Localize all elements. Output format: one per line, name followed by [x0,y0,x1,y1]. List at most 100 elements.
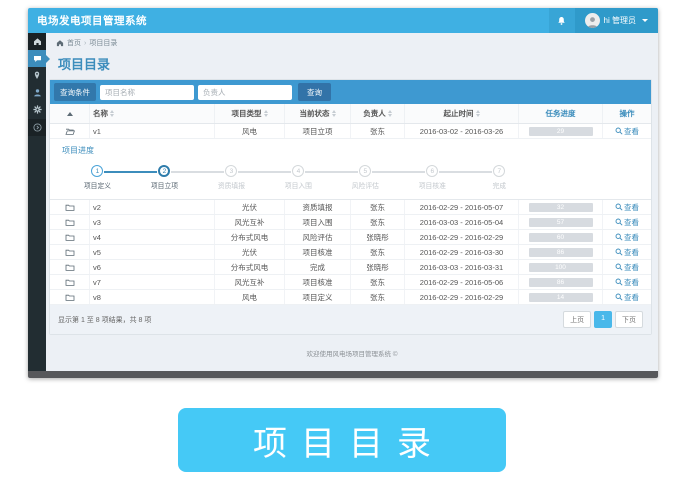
gear-icon [33,105,42,114]
row-name: v1 [90,124,215,138]
row-folder-cell[interactable] [50,215,90,229]
column-dates[interactable]: 起止时间 [405,104,519,123]
workflow-step[interactable]: 7 完成 [466,165,533,190]
page-title: 项目目录 [58,54,658,73]
sidebar-collapse-button[interactable] [28,119,46,136]
row-folder-cell[interactable] [50,260,90,274]
column-sort-indicator[interactable] [50,104,90,123]
workflow-step[interactable]: 6 项目核准 [399,165,466,190]
collapse-circle-icon [33,123,42,132]
project-name-input[interactable] [100,85,194,100]
column-progress[interactable]: 任务进度 [519,104,603,123]
sidebar-item-users[interactable] [28,84,46,101]
row-dates: 2016-03-02 - 2016-03-26 [405,124,519,138]
row-folder-cell[interactable] [50,124,90,138]
progress-bar: 29 [529,127,593,136]
app-body: 首页 › 项目目录 项目目录 查询条件 查询 [28,33,658,371]
page-1-button[interactable]: 1 [594,311,612,328]
workflow-step[interactable]: 4 项目入围 [265,165,332,190]
sidebar-item-projects[interactable] [28,50,46,67]
view-button[interactable]: 查看 [615,232,639,243]
column-name[interactable]: 名称 [90,104,215,123]
folder-open-icon [65,127,75,136]
row-folder-cell[interactable] [50,245,90,259]
sidebar-item-map[interactable] [28,67,46,84]
row-type: 风电 [215,124,285,138]
progress-value: 57 [529,218,593,227]
view-button[interactable]: 查看 [615,292,639,303]
workflow-step[interactable]: 5 风险评估 [332,165,399,190]
folder-closed-icon [65,248,75,257]
progress-value: 86 [529,278,593,287]
prev-page-button[interactable]: 上页 [563,311,591,328]
bell-icon [557,16,566,26]
table-row[interactable]: v7 风光互补 项目核准 张东 2016-02-29 - 2016-05-06 … [50,275,651,290]
row-name: v3 [90,215,215,229]
table-row[interactable]: v4 分布式风电 风险评估 张晓彤 2016-02-29 - 2016-02-2… [50,230,651,245]
progress-value: 32 [529,203,593,212]
sidebar-item-settings[interactable] [28,101,46,118]
table-row[interactable]: v2 光伏 资质填报 张东 2016-02-29 - 2016-05-07 32… [50,200,651,215]
owner-input[interactable] [198,85,292,100]
row-folder-cell[interactable] [50,290,90,304]
workflow-step[interactable]: 2 项目立项 [131,165,198,190]
row-dates: 2016-02-29 - 2016-02-29 [405,290,519,304]
table-row[interactable]: v1 风电 项目立项 张东 2016-03-02 - 2016-03-26 29… [50,124,651,139]
column-type[interactable]: 项目类型 [215,104,285,123]
magnifier-icon [615,248,623,256]
row-progress-cell: 100 [519,260,603,274]
row-folder-cell[interactable] [50,275,90,289]
row-progress-cell: 86 [519,245,603,259]
row-folder-cell[interactable] [50,200,90,214]
project-progress-panel: 项目进度 1 项目定义 2 项目立项 3 资质填报 4 项目入围 5 风险评估 … [50,139,651,200]
step-circle: 1 [91,165,103,177]
breadcrumb-home[interactable]: 首页 [67,38,81,48]
column-status[interactable]: 当前状态 [285,104,351,123]
view-button[interactable]: 查看 [615,217,639,228]
view-button[interactable]: 查看 [615,202,639,213]
view-button[interactable]: 查看 [615,126,639,137]
sort-icon [388,110,392,117]
row-dates: 2016-03-03 - 2016-03-31 [405,260,519,274]
column-owner[interactable]: 负责人 [351,104,405,123]
row-type: 光伏 [215,245,285,259]
row-actions-cell: 查看 [603,124,651,138]
row-actions-cell: 查看 [603,260,651,274]
row-progress-cell: 57 [519,215,603,229]
workflow-step[interactable]: 3 资质填报 [198,165,265,190]
user-menu[interactable]: hi 管理员 [575,8,658,33]
table-row[interactable]: v8 风电 项目定义 张东 2016-02-29 - 2016-02-29 14… [50,290,651,305]
table-header: 名称 项目类型 当前状态 负责人 起止时间 任务进度 操作 [50,104,651,124]
row-folder-cell[interactable] [50,230,90,244]
progress-bar: 57 [529,218,593,227]
main-content: 首页 › 项目目录 项目目录 查询条件 查询 [46,33,658,371]
row-actions-cell: 查看 [603,275,651,289]
view-button[interactable]: 查看 [615,262,639,273]
row-type: 风光互补 [215,215,285,229]
user-greeting: hi 管理员 [604,15,636,26]
row-actions-cell: 查看 [603,290,651,304]
row-owner: 张东 [351,200,405,214]
view-button[interactable]: 查看 [615,277,639,288]
notifications-button[interactable] [549,8,575,33]
progress-value: 86 [529,248,593,257]
table-row[interactable]: v6 分布式风电 完成 张晓彤 2016-03-03 - 2016-03-31 … [50,260,651,275]
sidebar-item-home[interactable] [28,33,46,50]
workflow-step[interactable]: 1 项目定义 [64,165,131,190]
table-footer: 显示第 1 至 8 项结果，共 8 项 上页 1 下页 [50,305,651,334]
progress-value: 14 [529,293,593,302]
magnifier-icon [615,218,623,226]
next-page-button[interactable]: 下页 [615,311,643,328]
project-progress-link[interactable]: 项目进度 [50,139,651,165]
row-status: 项目立项 [285,124,351,138]
user-icon [33,88,42,97]
progress-value: 100 [529,263,593,272]
view-button[interactable]: 查看 [615,247,639,258]
folder-closed-icon [65,218,75,227]
row-type: 风电 [215,290,285,304]
table-row[interactable]: v3 风光互补 项目入围 张东 2016-03-03 - 2016-05-04 … [50,215,651,230]
step-circle: 4 [292,165,304,177]
search-button[interactable]: 查询 [298,83,331,101]
breadcrumb-current: 项目目录 [89,38,117,48]
table-row[interactable]: v5 光伏 项目核准 张东 2016-02-29 - 2016-03-30 86… [50,245,651,260]
